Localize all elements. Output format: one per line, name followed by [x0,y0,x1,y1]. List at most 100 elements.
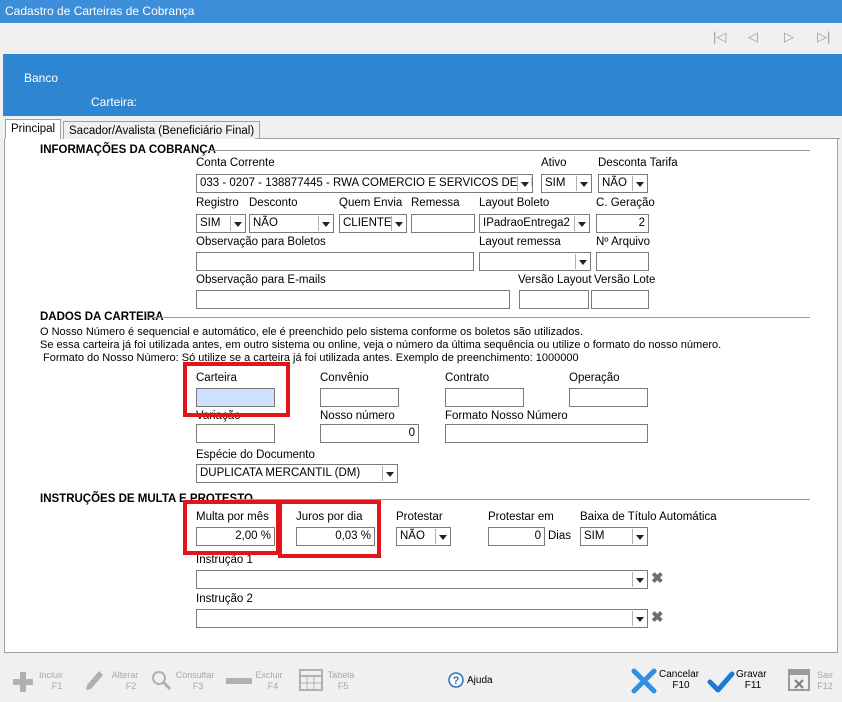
clear-instrucao-2-icon[interactable]: ✖ [651,608,664,626]
protestar-select[interactable]: NÃO [396,527,451,546]
ajuda-button[interactable]: Ajuda [467,675,493,686]
quem-envia-select[interactable]: CLIENTE [339,214,407,233]
nosso-numero-input[interactable]: 0 [320,424,419,443]
gravar-key: F11 [744,680,762,691]
instrucao-1-select[interactable] [196,570,648,589]
title-bar: Cadastro de Carteiras de Cobrança [0,0,842,23]
first-record-icon[interactable]: |◁ [713,29,726,45]
bottom-toolbar: Incluir F1 Alterar F2 Consultar F3 Excluir F… [0,656,842,702]
chevron-down-icon [391,216,405,231]
multa-mes-input[interactable]: 2,00 % [196,527,275,546]
desconta-tarifa-select[interactable]: NÃO [598,174,648,193]
versao-layout-label: Versão Layout [518,274,592,286]
excluir-key: F4 [267,681,279,691]
protestar-em-input[interactable]: 0 [488,527,545,546]
gravar-label: Gravar [736,669,767,680]
consultar-key: F3 [192,681,204,691]
last-record-icon[interactable]: ▷| [817,29,830,45]
especie-label: Espécie do Documento [196,449,315,461]
incluir-key: F1 [51,681,63,691]
chevron-down-icon [574,216,588,231]
quem-envia-value: CLIENTE [343,217,392,229]
operacao-label: Operação [569,372,620,384]
clear-instrucao-1-icon[interactable]: ✖ [651,569,664,587]
remessa-input[interactable] [411,214,475,233]
layout-boleto-select[interactable]: IPadraoEntrega2 [479,214,590,233]
carteira-input[interactable] [196,388,275,407]
protestar-em-label: Protestar em [488,511,554,523]
section-divider [206,150,810,151]
chevron-down-icon [576,176,590,191]
desconta-tarifa-value: NÃO [602,177,627,189]
instrucao-2-label: Instrução 2 [196,593,253,605]
incluir-button[interactable]: Incluir F1 [36,670,66,692]
formato-nosso-numero-input[interactable] [445,424,648,443]
desconto-select[interactable]: NÃO [249,214,334,233]
cancelar-key: F10 [672,680,690,691]
obs-emails-input[interactable] [196,290,510,309]
c-geracao-label: C. Geração [596,197,655,209]
sair-button[interactable]: Sair F12 [812,670,838,692]
versao-layout-input[interactable] [519,290,589,309]
excluir-label: Excluir [255,670,283,680]
plus-icon [13,672,33,692]
tabela-key: F5 [337,681,349,691]
excluir-button[interactable]: Excluir F4 [252,670,286,692]
obs-boletos-label: Observação para Boletos [196,236,326,248]
instrucao-2-select[interactable] [196,609,648,628]
tab-principal[interactable]: Principal [5,119,62,140]
prev-record-icon[interactable]: ◁ [748,29,758,45]
tab-sacador-avalista[interactable]: Sacador/Avalista (Beneficiário Final) [63,121,261,140]
contrato-input[interactable] [445,388,524,407]
remessa-label: Remessa [411,197,460,209]
instrucao-1-label: Instrução 1 [196,554,253,566]
convenio-label: Convênio [320,372,369,384]
consultar-button[interactable]: Consultar F3 [174,670,216,692]
obs-emails-label: Observação para E-mails [196,274,326,286]
registro-value: SIM [200,217,221,229]
n-arquivo-input[interactable] [596,252,649,271]
section-title-multa: INSTRUÇÕES DE MULTA E PROTESTO [40,493,253,505]
ativo-select[interactable]: SIM [541,174,592,193]
chevron-down-icon [632,572,646,587]
section-title-cobranca: INFORMAÇÕES DA COBRANÇA [40,144,216,156]
tabela-button[interactable]: Tabela F5 [324,670,358,692]
carteira-header-label: Carteira: [91,95,138,109]
nosso-numero-label: Nosso número [320,410,395,422]
conta-corrente-select[interactable]: 033 - 0207 - 138877445 - RWA COMERCIO E … [196,174,533,193]
chevron-down-icon [230,216,244,231]
conta-corrente-label: Conta Corrente [196,157,275,169]
c-geracao-input[interactable]: 2 [596,214,649,233]
chevron-down-icon [575,254,589,269]
baixa-label: Baixa de Título Automática [580,511,717,523]
convenio-input[interactable] [320,388,399,407]
svg-text:?: ? [453,675,460,687]
consultar-label: Consultar [175,670,215,680]
alterar-button[interactable]: Alterar F2 [108,670,142,692]
chevron-down-icon [632,611,646,626]
versao-lote-input[interactable] [591,290,649,309]
especie-select[interactable]: DUPLICATA MERCANTIL (DM) [196,464,398,483]
chevron-down-icon [435,529,449,544]
layout-remessa-select[interactable] [479,252,591,271]
carteira-info-2: Se essa carteira já foi utilizada antes,… [40,339,722,351]
ativo-label: Ativo [541,157,567,169]
protestar-label: Protestar [396,511,443,523]
multa-mes-label: Multa por mês [196,511,269,523]
window-title: Cadastro de Carteiras de Cobrança [5,4,195,18]
next-record-icon[interactable]: ▷ [784,29,794,45]
variacao-label: Variação [196,410,241,422]
obs-boletos-input[interactable] [196,252,474,271]
alterar-label: Alterar [111,670,139,680]
registro-select[interactable]: SIM [196,214,246,233]
layout-remessa-label: Layout remessa [479,236,561,248]
baixa-select[interactable]: SIM [580,527,648,546]
sair-label: Sair [816,670,833,680]
variacao-input[interactable] [196,424,275,443]
gravar-button[interactable]: Gravar F11 [736,669,767,691]
cancelar-button[interactable]: Cancelar F10 [659,669,699,691]
carteira-label: Carteira [196,372,237,384]
operacao-input[interactable] [569,388,648,407]
exit-icon [788,669,810,691]
juros-dia-input[interactable]: 0,03 % [296,527,375,546]
